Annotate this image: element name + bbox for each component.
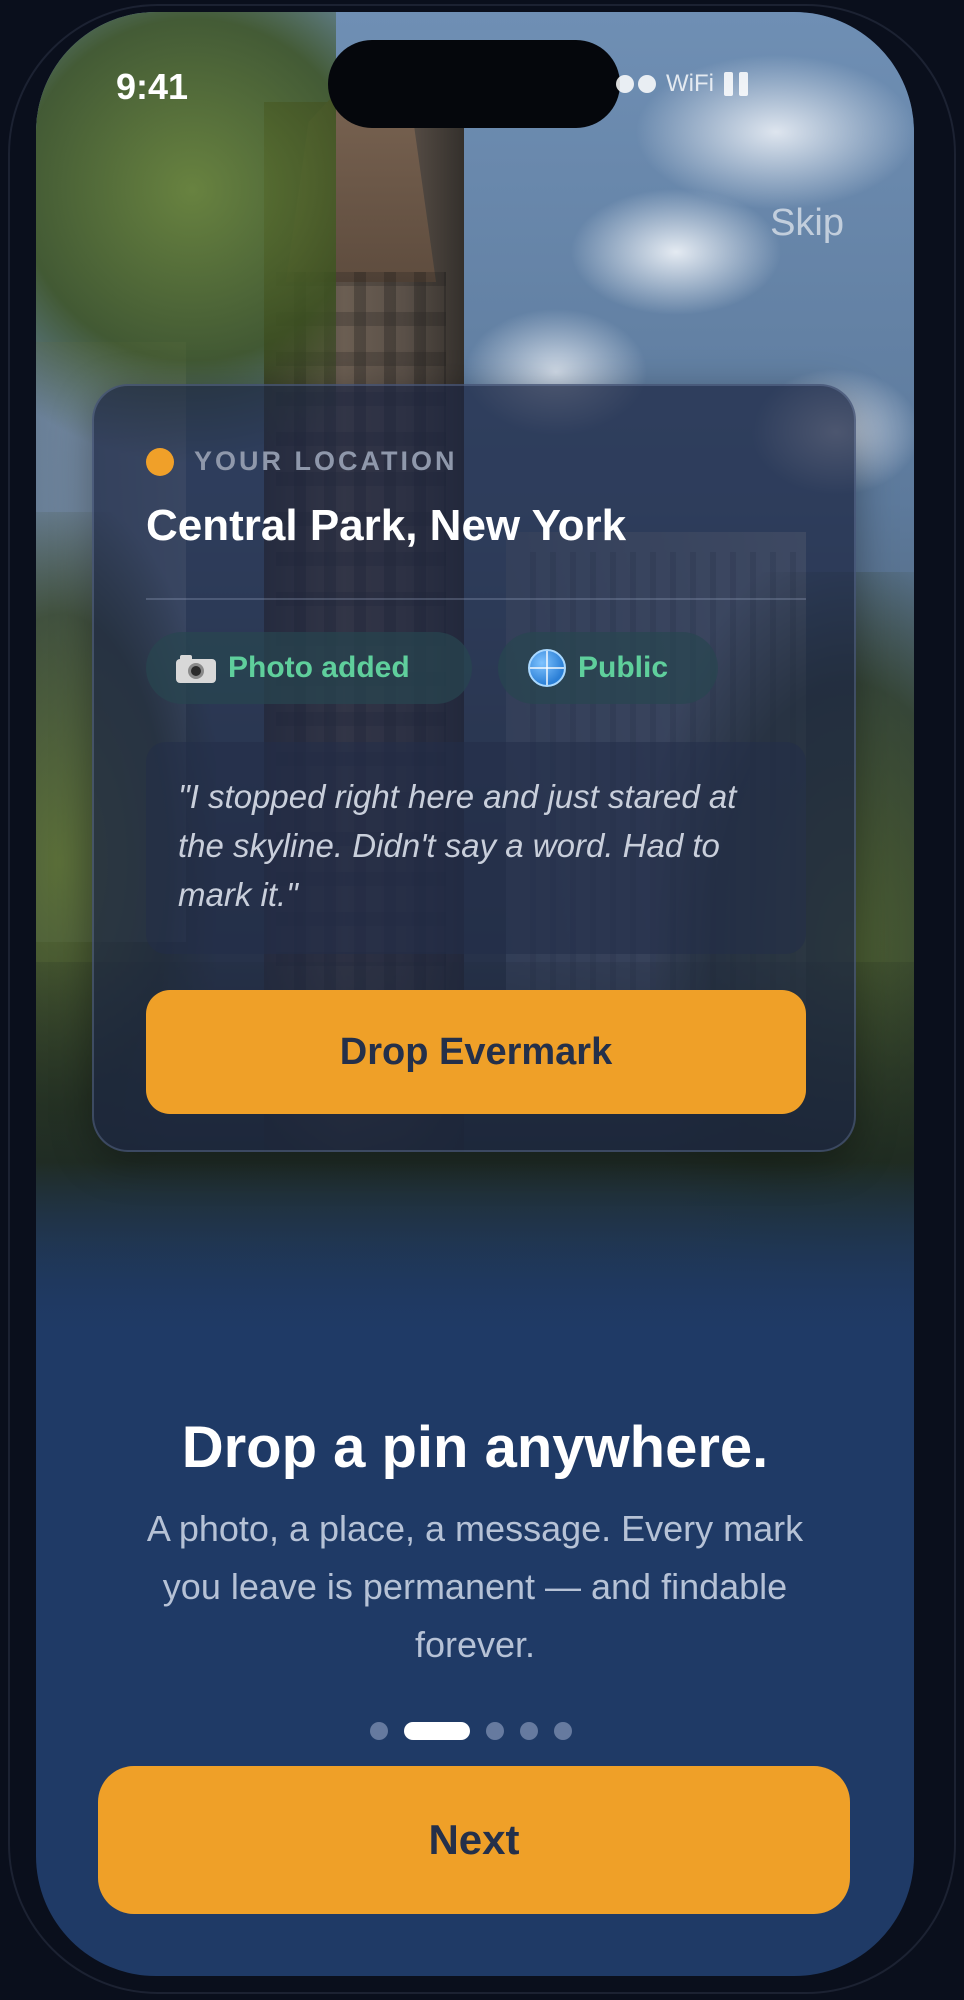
location-header: YOUR LOCATION [146,446,458,477]
public-chip[interactable]: Public [498,632,718,704]
battery-icon [723,72,748,96]
page-dot-4[interactable] [520,1722,538,1740]
wifi-label: WiFi [666,70,714,97]
location-dot-icon [146,447,174,476]
signal-icon [616,75,656,93]
page-dot-2-active[interactable] [404,1722,470,1740]
page-dot-5[interactable] [554,1722,572,1740]
message-quote: "I stopped right here and just stared at… [146,742,806,954]
card-divider [146,598,806,600]
status-indicators: WiFi [616,70,748,98]
globe-icon [528,649,566,687]
status-time: 9:41 [116,66,189,107]
public-label: Public [578,651,669,684]
page-dot-1[interactable] [370,1722,388,1740]
app-screen: 9:41 WiFi Skip YOUR LOCATION Central Par… [36,12,914,1976]
camera-icon [176,653,216,683]
next-button[interactable]: Next [98,1766,850,1914]
onboarding-subtext: A photo, a place, a message. Every mark … [146,1508,804,1665]
page-dot-3[interactable] [486,1722,504,1740]
page-indicator [370,1722,572,1740]
dynamic-island [328,40,620,128]
location-label: YOUR LOCATION [194,446,458,476]
bottom-gradient-fade [36,1162,914,1412]
drop-evermark-button[interactable]: Drop Evermark [146,990,806,1114]
location-card: YOUR LOCATION Central Park, New York Pho… [92,384,856,1152]
photo-added-label: Photo added [228,651,410,684]
phone-device: 9:41 WiFi Skip YOUR LOCATION Central Par… [0,0,964,2000]
onboarding-headline: Drop a pin anywhere. [181,1415,769,1480]
place-name: Central Park, New York [146,501,627,550]
skip-button[interactable]: Skip [770,202,844,245]
photo-added-chip[interactable]: Photo added [146,632,472,704]
